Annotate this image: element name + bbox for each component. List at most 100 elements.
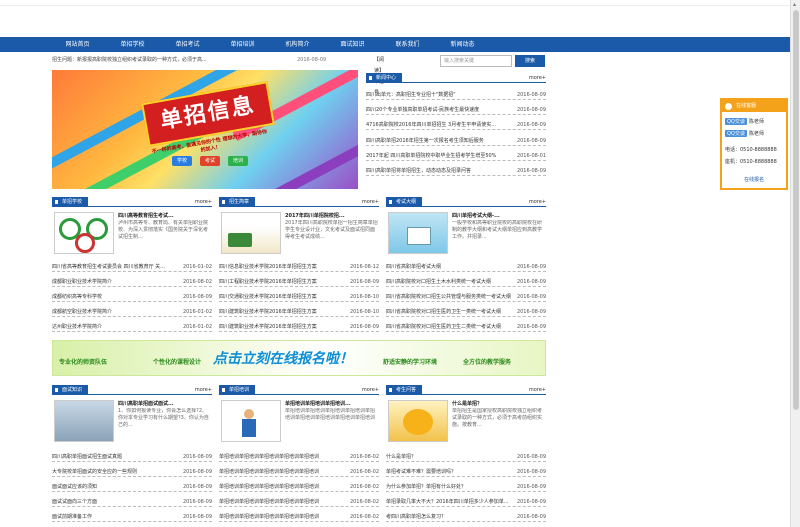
banner-word-4: 全方位的教学服务	[463, 359, 512, 366]
news-center-header: 新闻中心 more+	[366, 73, 546, 83]
faq-feat-desc: 单招招生是国家授权高职院校独立组织考试录取的一种方式，必须于高考前组织实施。按教…	[452, 408, 543, 428]
banner-word-2: 个性化的课程设计	[153, 359, 202, 366]
search-button[interactable]: 搜索	[515, 55, 545, 67]
interview-row[interactable]: 面试前期准备工作 2016-08-09	[52, 512, 212, 522]
schools-feat-desc: 泸州市高等专、教育局、有关单招职业院校、为深入贯彻落实《国务院关于深化考试招生制…	[118, 220, 209, 240]
interview-row[interactable]: 面试试面向三个方面 2016-08-09	[52, 497, 212, 507]
schools-row[interactable]: 成都职业职业技术学院简介 2016-08-02	[52, 277, 212, 287]
nav-news[interactable]: 新闻动态	[435, 37, 490, 52]
notice-text[interactable]: 招生问题：新报报高职院校独立组织考试录取的一种方式，必须于高...	[52, 57, 207, 63]
main-nav: 网站首页 单招学校 单招考试 单招培训 机构简介 面试知识 联系我们 新闻动态	[0, 37, 790, 52]
admissions-thumb[interactable]	[221, 212, 281, 254]
exam-feat-title[interactable]: 四川单招考试大纲-...	[452, 212, 546, 219]
interview-row[interactable]: 四川高职单招面试招生面试真题 2016-08-09	[52, 452, 212, 462]
news-row[interactable]: 四川高职单招将单招招生，动态动态及招录问答 2016-08-09	[366, 166, 546, 176]
interview-feat-desc: 1、你如何报读专业，你会怎么选择?2、你对本专业学习有什么期望?3、你认为自己的…	[118, 408, 209, 428]
schools-row[interactable]: 成都航空职业技术学院简介 2016-01-02	[52, 307, 212, 317]
exam-thumb[interactable]	[388, 212, 448, 254]
schools-header: 单招学校 more+	[52, 197, 212, 207]
notice-date: 2016-08-09	[297, 57, 327, 63]
exam-row[interactable]: 四川省高职院校对口招生公共管理与服务类统一考试大纲 2016-08-09	[386, 292, 546, 302]
news-row[interactable]: 4716高职院校2016年四川单招招生 3月考生平申请使实... 2016-08-…	[366, 120, 546, 130]
training-row[interactable]: 单招培训单招培训单招培训单招培训单招培训 2016-08-02	[219, 482, 379, 492]
headset-icon	[725, 103, 732, 110]
schools-row[interactable]: 达州职业技术学院简介 2016-01-02	[52, 322, 212, 332]
qq-button[interactable]: QQ交谈	[725, 130, 747, 137]
banner-pill-exam: 考试	[200, 156, 221, 166]
online-service-panel: 在线客服 QQ交谈 陈老师 QQ交谈 陈老师 电话：0510-8888888 座机：…	[720, 98, 788, 190]
faq-row[interactable]: 为什么参加单招？单招有什么好处？ 2016-08-09	[386, 482, 546, 492]
nav-contact[interactable]: 联系我们	[380, 37, 435, 52]
schools-thumb[interactable]	[54, 212, 114, 254]
banner-word-1: 专业化的师资队伍	[59, 359, 108, 366]
faq-row[interactable]: 单招考试难不难？需要培训吗？ 2016-08-09	[386, 467, 546, 477]
exam-feat-desc: 一般学校和高等职业院校的高职院校在研制的教学大纲和考试大纲单招应到高教学工作。并…	[452, 220, 543, 240]
nav-exam[interactable]: 单招考试	[160, 37, 215, 52]
qq-button[interactable]: QQ交谈	[725, 118, 747, 125]
qq-contact-name: 陈老师	[748, 131, 764, 137]
interview-row[interactable]: 面试面试应该的须知 2016-08-09	[52, 482, 212, 492]
nav-schools[interactable]: 单招学校	[105, 37, 160, 52]
schools-row[interactable]: 四川省高等教育招生考试委员会 四川省教育厅 关... 2016-01-02	[52, 262, 212, 272]
news-row[interactable]: 四川20个专业单独高职单招考试-民族考生最快速度 2016-08-09	[366, 105, 546, 115]
interview-header: 面试知识 more+	[52, 385, 212, 395]
training-row[interactable]: 单招培训单招培训单招培训单招培训单招培训 2016-08-02	[219, 497, 379, 507]
admissions-feat-title[interactable]: 2017年四川单招院校招...	[285, 212, 379, 219]
admissions-row[interactable]: 四川交通职业技术学院2016年单招招生方案 2016-08-10	[219, 292, 379, 302]
search-input[interactable]: 输入搜索关键	[440, 55, 512, 67]
training-header: 单招培训 more+	[219, 385, 379, 395]
news-row[interactable]: 四川出单元：高职招生专业招十"数据招" 2016-08-09	[366, 90, 546, 100]
scroll-up-icon[interactable]: ▴	[793, 2, 799, 8]
exam-row[interactable]: 四川省高职单招考试大纲 2016-08-09	[386, 262, 546, 272]
scrollbar-thumb[interactable]	[793, 10, 799, 410]
nav-home[interactable]: 网站首页	[50, 37, 105, 52]
interview-row[interactable]: 大专院校单招面试的安全应的一些规则 2016-08-09	[52, 467, 212, 477]
exam-row[interactable]: 四川省高职院校对口招生医药卫生一类统一考试大纲 2016-08-09	[386, 307, 546, 317]
admissions-feat-desc: 2017年四川高职院校单招一招生简章单招学生专业设计业，文化考试及面试招同面得考…	[285, 220, 378, 240]
notice-bar: 招生问题：新报报高职院校独立组织考试录取的一种方式，必须于高... 2016-0…	[52, 55, 384, 96]
faq-row[interactable]: 单招录取几率大不大？2016年四川单招多少人参加单... 2016-08-09	[386, 497, 546, 507]
training-thumb[interactable]	[221, 400, 281, 442]
news-row[interactable]: 2017年起 四川高职单招院校中职毕业生招考学生增至50% 2016-08-01	[366, 151, 546, 161]
online-signup-link[interactable]: 在线报名	[722, 176, 786, 183]
exam-header: 考试大纲 more+	[386, 197, 546, 207]
faq-row[interactable]: 什么是单招？ 2016-08-09	[386, 452, 546, 462]
admissions-row[interactable]: 四川建筑职业技术学院2016年单招招生方案 2016-08-09	[219, 322, 379, 332]
schools-row[interactable]: 成都纺织高等专科学校 2016-08-09	[52, 292, 212, 302]
admissions-row[interactable]: 四川信息职业技术学院2016年单招招生方案 2016-08-12	[219, 262, 379, 272]
qq-contact-name: 陈老师	[748, 119, 764, 125]
landline-number: 座机：0510-8888888	[725, 159, 777, 165]
faq-thumb[interactable]	[388, 400, 448, 442]
nav-interview[interactable]: 面试知识	[325, 37, 380, 52]
nav-about[interactable]: 机构简介	[270, 37, 325, 52]
faq-header: 考生问答 more+	[386, 385, 546, 395]
training-row[interactable]: 单招培训单招培训单招培训单招培训单招培训 2016-08-02	[219, 512, 379, 522]
banner-pill-school: 学校	[172, 156, 193, 166]
browser-top-strip	[0, 0, 790, 6]
online-service-header: 在线客服	[722, 100, 786, 112]
news-row[interactable]: 四川高职单招2016年招生第一次报名考生须知后服务 2016-08-09	[366, 136, 546, 146]
page-scrollbar[interactable]: ▴	[790, 0, 800, 527]
admissions-header: 招生简章 more+	[219, 197, 379, 207]
interview-thumb[interactable]	[54, 400, 114, 442]
admissions-row[interactable]: 四川建筑职业技术学院2016年单招招生方案 2016-08-10	[219, 307, 379, 317]
signup-banner[interactable]: 专业化的师资队伍 个性化的课程设计 点击立刻在线报名啦！ 舒适安静的学习环境 全…	[52, 340, 546, 376]
exam-row[interactable]: 四川省高职院校对口招生医药卫生二类统一考试大纲 2016-08-09	[386, 322, 546, 332]
training-row[interactable]: 单招培训单招培训单招培训单招培训单招培训 2016-08-02	[219, 467, 379, 477]
online-service-title: 在线客服	[736, 103, 757, 109]
schools-feat-title[interactable]: 四川高等教育招生考试...	[118, 212, 212, 219]
admissions-row[interactable]: 四川工程职业技术学院2016年单招招生方案 2016-08-09	[219, 277, 379, 287]
banner-image[interactable]: 单招信息 不一样的高考，能遇见你的个性 理想的大学，期待你的加入！ 学校 考试 …	[52, 70, 358, 189]
faq-feat-title[interactable]: 什么是单招？	[452, 400, 546, 407]
phone-number: 电话：0510-8888888	[725, 147, 777, 153]
banner-word-3: 舒适安静的学习环境	[383, 359, 438, 366]
training-feat-title[interactable]: 单招培训单招培训单招培训...	[285, 400, 379, 407]
nav-training[interactable]: 单招培训	[215, 37, 270, 52]
qq-contact-2[interactable]: QQ交谈 陈老师	[725, 130, 764, 137]
qq-contact-1[interactable]: QQ交谈 陈老师	[725, 118, 764, 125]
faq-row[interactable]: 考四川高职单招怎么复习？ 2016-08-09	[386, 512, 546, 522]
training-row[interactable]: 单招培训单招培训单招培训单招培训单招培训 2016-08-02	[219, 452, 379, 462]
interview-feat-title[interactable]: 四川高职单招面试面试...	[118, 400, 212, 407]
signup-banner-headline: 点击立刻在线报名啦！	[213, 351, 353, 367]
exam-row[interactable]: 四川高职院校对口招生土木水利类统一考试大纲 2016-08-09	[386, 277, 546, 287]
